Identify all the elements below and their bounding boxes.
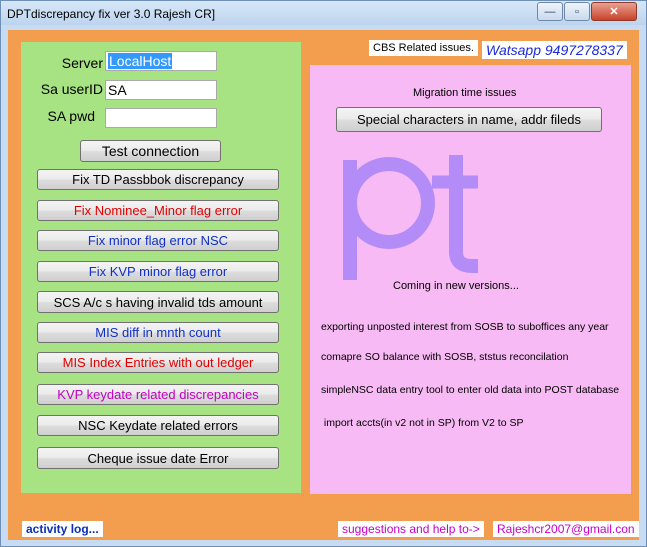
cbs-related-label[interactable]: CBS Related issues.: [369, 40, 478, 56]
fix-button-3[interactable]: Fix minor flag error NSC: [37, 230, 279, 251]
special-characters-button[interactable]: Special characters in name, addr fileds: [336, 107, 602, 132]
main-client-area: Server LocalHost Sa userID SA SA pwd Tes…: [8, 30, 639, 540]
fix-button-1[interactable]: Fix TD Passbbok discrepancy: [37, 169, 279, 190]
server-label: Server: [61, 55, 103, 71]
future-item-3: simpleNSC data entry tool to enter old d…: [321, 384, 620, 396]
app-window: DPTdiscrepancy fix ver 3.0 Rajesh CR] — …: [0, 0, 647, 547]
fix-button-7[interactable]: MIS Index Entries with out ledger: [37, 352, 279, 373]
fix-button-2[interactable]: Fix Nominee_Minor flag error: [37, 200, 279, 221]
fix-button-5[interactable]: SCS A/c s having invalid tds amount: [37, 291, 279, 313]
contact-email: Rajeshcr2007@gmail.con: [493, 521, 639, 537]
fix-tools-panel: Server LocalHost Sa userID SA SA pwd Tes…: [21, 42, 301, 493]
close-button[interactable]: ✕: [591, 2, 637, 21]
migration-heading: Migration time issues: [413, 87, 517, 99]
migration-panel: Migration time issues Special characters…: [310, 65, 631, 494]
userid-label: Sa userID: [40, 81, 103, 97]
fix-button-6[interactable]: MIS diff in mnth count: [37, 322, 279, 343]
pt-logo: pt: [343, 155, 478, 280]
coming-versions-text: Coming in new versions...: [393, 280, 519, 292]
userid-input[interactable]: SA: [105, 80, 217, 100]
fix-button-8[interactable]: KVP keydate related discrepancies: [37, 384, 279, 405]
activity-log-link[interactable]: activity log...: [22, 521, 103, 537]
maximize-button[interactable]: ▫: [564, 2, 590, 21]
title-bar[interactable]: DPTdiscrepancy fix ver 3.0 Rajesh CR] — …: [1, 1, 646, 25]
logo-t-stem: [449, 155, 478, 273]
logo-p-bowl: [343, 157, 435, 249]
suggestions-label: suggestions and help to->: [338, 521, 484, 537]
minimize-button[interactable]: —: [537, 2, 563, 21]
pwd-label: SA pwd: [47, 108, 95, 124]
window-title: DPTdiscrepancy fix ver 3.0 Rajesh CR]: [7, 7, 216, 21]
future-item-2: comapre SO balance with SOSB, ststus rec…: [321, 351, 569, 363]
pwd-input[interactable]: [105, 108, 217, 128]
future-item-1: exporting unposted interest from SOSB to…: [321, 321, 609, 333]
future-item-4: import accts(in v2 not in SP) from V2 to…: [321, 417, 524, 429]
server-input[interactable]: LocalHost: [105, 51, 217, 71]
test-connection-button[interactable]: Test connection: [80, 140, 221, 162]
watsapp-contact: Watsapp 9497278337: [482, 41, 627, 59]
fix-button-9[interactable]: NSC Keydate related errors: [37, 415, 279, 436]
server-value: LocalHost: [108, 53, 173, 69]
fix-button-10[interactable]: Cheque issue date Error: [37, 447, 279, 469]
fix-button-4[interactable]: Fix KVP minor flag error: [37, 261, 279, 282]
